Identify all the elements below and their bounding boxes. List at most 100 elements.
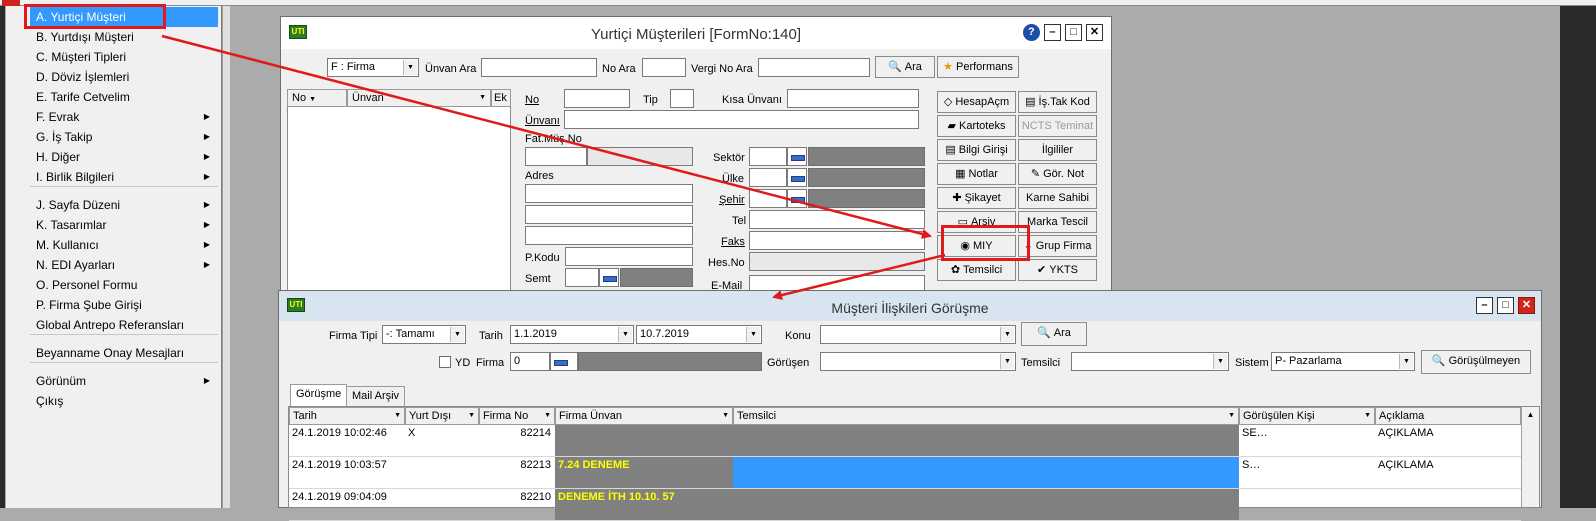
grid-cell-gorusulen[interactable]: SE… [1239, 425, 1375, 457]
maximize-button[interactable]: □ [1064, 24, 1082, 41]
semt-lookup-icon[interactable] [599, 268, 619, 287]
vergi-no-ara-input[interactable] [758, 58, 870, 77]
close-button[interactable]: ✕ [1518, 297, 1535, 314]
sektor-lookup-icon[interactable] [787, 147, 807, 166]
title-bar[interactable]: UTI Müşteri İlişkileri Görüşme – □ ✕ [279, 291, 1541, 321]
grid-cell-firma-no[interactable]: 82214 [479, 425, 555, 457]
sistem-select[interactable]: P- Pazarlama ▼ [1271, 352, 1415, 371]
konu-select[interactable]: ▼ [820, 325, 1016, 344]
tip-field[interactable] [670, 89, 694, 108]
menu-item[interactable]: B. Yurtdışı Müşteri [6, 27, 220, 47]
grid-cell-firma-unvan[interactable]: 7.24 DENEME [555, 457, 733, 489]
menu-item[interactable]: J. Sayfa Düzeni ▶ [6, 195, 220, 215]
side-button[interactable]: ▤ İş.Tak Kod [1018, 91, 1097, 113]
customer-list[interactable] [287, 89, 511, 295]
grid-cell-yurt-disi[interactable] [405, 489, 479, 521]
menu-item[interactable]: P. Firma Şube Girişi [6, 295, 220, 315]
temsilci-select[interactable]: ▼ [1071, 352, 1229, 371]
tab-gorusme[interactable]: Görüşme [290, 384, 348, 406]
side-button[interactable]: ✚ Şikayet [937, 187, 1016, 209]
tel-field[interactable] [749, 210, 925, 229]
column-header-unvan[interactable]: Ünvan ▼ [347, 89, 491, 107]
no-ara-input[interactable] [642, 58, 686, 77]
side-button[interactable]: ✎ Gör. Not [1018, 163, 1097, 185]
minimize-button[interactable]: – [1475, 297, 1493, 314]
menu-item[interactable]: Görünüm ▶ [6, 371, 220, 391]
fat-mus-no-field[interactable] [525, 147, 587, 166]
grid-cell-aciklama[interactable]: AÇIKLAMA [1375, 425, 1521, 457]
menu-item[interactable]: Global Antrepo Referansları [6, 315, 220, 335]
side-button[interactable]: ✿ Temsilci [937, 259, 1016, 281]
column-header-yurt-disi[interactable]: Yurt Dışı ▼ [405, 407, 479, 425]
grid-cell-tarih[interactable]: 24.1.2019 10:02:46 [289, 425, 405, 457]
no-field[interactable] [564, 89, 630, 108]
side-button[interactable]: ▰ Kartoteks [937, 115, 1016, 137]
menu-item[interactable]: N. EDI Ayarları ▶ [6, 255, 220, 275]
menu-item[interactable]: H. Diğer ▶ [6, 147, 220, 167]
adres-line-1[interactable] [525, 184, 693, 203]
ulke-lookup-icon[interactable] [787, 168, 807, 187]
column-header-ek[interactable]: Ek [491, 89, 511, 107]
tab-mail-arsiv[interactable]: Mail Arşiv [346, 386, 406, 406]
menu-item[interactable]: D. Döviz İşlemleri [6, 67, 220, 87]
sehir-field[interactable] [749, 189, 787, 208]
gorusen-select[interactable]: ▼ [820, 352, 1016, 371]
side-button[interactable]: Karne Sahibi [1018, 187, 1097, 209]
grid-cell-tarih[interactable]: 24.1.2019 09:04:09 [289, 489, 405, 521]
grid-cell-yurt-disi[interactable] [405, 457, 479, 489]
grid-cell-gorusulen[interactable]: S… [1239, 457, 1375, 489]
adres-line-2[interactable] [525, 205, 693, 224]
grid-cell-temsilci[interactable] [733, 489, 1239, 521]
maximize-button[interactable]: □ [1496, 297, 1514, 314]
unvan-ara-input[interactable] [481, 58, 597, 77]
column-header-gorusulen-kisi[interactable]: Görüşülen Kişi ▼ [1239, 407, 1375, 425]
ara-button[interactable]: 🔍 Ara [875, 56, 935, 78]
sektor-field[interactable] [749, 147, 787, 166]
grid-cell-aciklama[interactable] [1375, 489, 1521, 521]
vertical-scrollbar[interactable] [222, 6, 230, 508]
tarih-from-date[interactable]: 1.1.2019 ▼ [510, 325, 634, 344]
firma-tipi-select[interactable]: -: Tamamı ▼ [382, 325, 466, 344]
faks-field[interactable] [749, 231, 925, 250]
close-button[interactable]: ✕ [1086, 24, 1103, 41]
yd-checkbox[interactable] [439, 356, 451, 368]
column-header-aciklama[interactable]: Açıklama [1375, 407, 1521, 425]
grid-cell-firma-no[interactable]: 82210 [479, 489, 555, 521]
column-header-tarih[interactable]: Tarih ▼ [289, 407, 405, 425]
title-bar[interactable]: UTI Yurtiçi Müşterileri [FormNo:140] ? –… [281, 17, 1111, 49]
grid-cell-tarih[interactable]: 24.1.2019 10:03:57 [289, 457, 405, 489]
minimize-button[interactable]: – [1043, 24, 1061, 41]
grid-cell-firma-unvan[interactable]: DENEME İTH 10.10. 57 [555, 489, 733, 521]
grid-cell-firma-unvan[interactable] [555, 425, 733, 457]
gorusulmeyen-button[interactable]: 🔍 Görüşülmeyen [1421, 350, 1531, 374]
kisa-unvani-field[interactable] [787, 89, 919, 108]
unvani-field[interactable] [564, 110, 919, 129]
scroll-up-icon[interactable]: ▲ [1522, 407, 1539, 423]
firma-field[interactable]: 0 [510, 352, 550, 371]
ulke-field[interactable] [749, 168, 787, 187]
column-header-temsilci[interactable]: Temsilci ▼ [733, 407, 1239, 425]
menu-item[interactable]: G. İş Takip ▶ [6, 127, 220, 147]
semt-field[interactable] [565, 268, 599, 287]
side-button[interactable]: ✔ YKTS [1018, 259, 1097, 281]
adres-line-3[interactable] [525, 226, 693, 245]
menu-item[interactable]: O. Personel Formu [6, 275, 220, 295]
side-button[interactable]: ▦ Notlar [937, 163, 1016, 185]
side-button[interactable]: İlgililer [1018, 139, 1097, 161]
menu-item[interactable]: Beyanname Onay Mesajları [6, 343, 220, 363]
grid-cell-aciklama[interactable]: AÇIKLAMA [1375, 457, 1521, 489]
grid-cell-gorusulen[interactable] [1239, 489, 1375, 521]
firma-type-select[interactable]: F : Firma ▼ [327, 58, 419, 77]
grid-cell-temsilci[interactable] [733, 425, 1239, 457]
performans-button[interactable]: ★ Performans [937, 56, 1019, 78]
grid-cell-yurt-disi[interactable]: X [405, 425, 479, 457]
menu-item[interactable]: K. Tasarımlar ▶ [6, 215, 220, 235]
menu-item[interactable]: M. Kullanıcı ▶ [6, 235, 220, 255]
grid-scrollbar[interactable]: ▲ [1521, 407, 1539, 507]
menu-item[interactable]: E. Tarife Cetvelim [6, 87, 220, 107]
menu-item[interactable]: Çıkış [6, 391, 220, 411]
tarih-to-date[interactable]: 10.7.2019 ▼ [636, 325, 762, 344]
side-button[interactable]: ◇ HesapAçm [937, 91, 1016, 113]
side-button[interactable]: ▤ Bilgi Girişi [937, 139, 1016, 161]
menu-item[interactable]: I. Birlik Bilgileri ▶ [6, 167, 220, 187]
